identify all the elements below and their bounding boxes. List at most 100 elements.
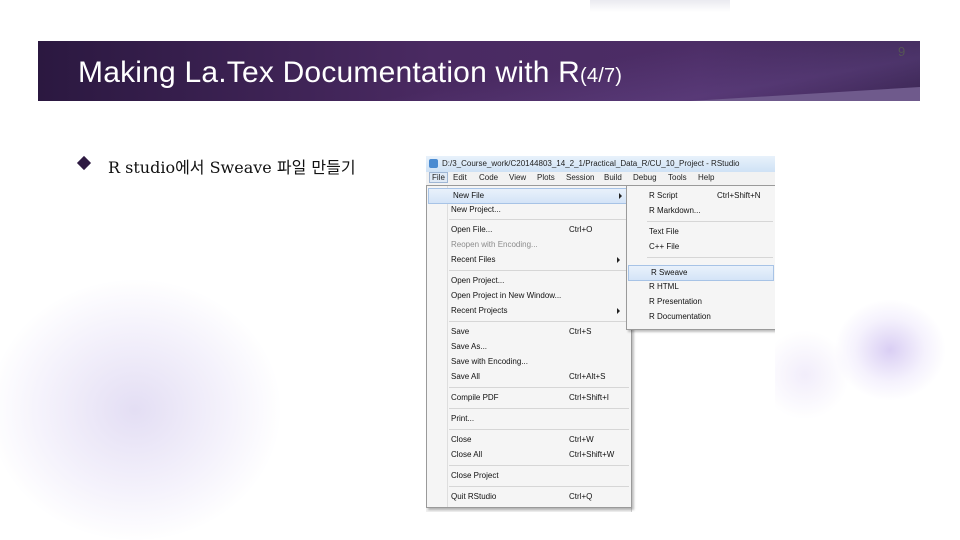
banner-corner: [690, 87, 920, 101]
submenu-item-r-script[interactable]: R Script Ctrl+Shift+N: [627, 189, 775, 203]
menu-item-open-project-new-window[interactable]: Open Project in New Window...: [427, 289, 631, 303]
new-file-submenu: R Script Ctrl+Shift+N R Markdown... Text …: [626, 185, 775, 330]
menu-item-shortcut: Ctrl+O: [569, 225, 593, 234]
menu-item-compile-pdf[interactable]: Compile PDF Ctrl+Shift+I: [427, 391, 631, 405]
menu-item-open-file[interactable]: Open File... Ctrl+O: [427, 223, 631, 237]
slide-title-suffix: (4/7): [580, 65, 623, 87]
menu-item-new-file[interactable]: New File: [428, 188, 630, 204]
submenu-item-label: C++ File: [649, 242, 680, 251]
menu-item-label: Save All: [451, 372, 480, 381]
submenu-item-label: R Presentation: [649, 297, 702, 306]
rstudio-icon: [429, 159, 438, 168]
submenu-item-label: R Sweave: [651, 268, 688, 277]
menu-separator: [449, 270, 629, 271]
menu-item-label: Close: [451, 435, 472, 444]
menu-item-close[interactable]: Close Ctrl+W: [427, 433, 631, 447]
submenu-separator: [647, 257, 773, 258]
menu-item-shortcut: Ctrl+Alt+S: [569, 372, 606, 381]
menu-item-label: Open Project...: [451, 276, 505, 285]
submenu-item-shortcut: Ctrl+Shift+N: [717, 191, 761, 200]
submenu-item-label: Text File: [649, 227, 679, 236]
submenu-item-text-file[interactable]: Text File: [627, 225, 775, 239]
menu-separator: [449, 429, 629, 430]
menu-session[interactable]: Session: [564, 173, 596, 182]
submenu-item-cpp-file[interactable]: C++ File: [627, 240, 775, 254]
slide-title: Making La.Tex Documentation with R(4/7): [78, 56, 622, 90]
submenu-item-r-sweave[interactable]: R Sweave: [628, 265, 774, 281]
submenu-arrow-icon: [619, 193, 622, 199]
menu-item-new-project[interactable]: New Project...: [427, 203, 631, 217]
menu-item-shortcut: Ctrl+Q: [569, 492, 593, 501]
submenu-item-label: R Script: [649, 191, 678, 200]
menu-item-label: Save As...: [451, 342, 488, 351]
background-glow-left: [0, 280, 280, 540]
menu-item-open-project[interactable]: Open Project...: [427, 274, 631, 288]
menu-item-label: Save with Encoding...: [451, 357, 528, 366]
menu-item-label: New File: [453, 191, 485, 200]
top-glow: [590, 0, 730, 12]
menu-item-label: Open Project in New Window...: [451, 291, 562, 300]
menu-item-label: New Project...: [451, 205, 501, 214]
menu-code[interactable]: Code: [477, 173, 500, 182]
rstudio-screenshot: D:/3_Course_work/C20144803_14_2_1/Practi…: [426, 156, 775, 512]
file-menu: New File New Project... Open File... Ctrl…: [426, 185, 632, 508]
menu-item-save-as[interactable]: Save As...: [427, 340, 631, 354]
submenu-item-label: R Documentation: [649, 312, 711, 321]
menu-item-label: Compile PDF: [451, 393, 499, 402]
menu-item-label: Close Project: [451, 471, 499, 480]
menu-item-label: Quit RStudio: [451, 492, 497, 501]
menu-item-reopen-encoding[interactable]: Reopen with Encoding...: [427, 238, 631, 252]
menu-file[interactable]: File: [429, 172, 448, 183]
menu-debug[interactable]: Debug: [631, 173, 659, 182]
menu-item-save[interactable]: Save Ctrl+S: [427, 325, 631, 339]
menu-item-print[interactable]: Print...: [427, 412, 631, 426]
menu-item-recent-projects[interactable]: Recent Projects: [427, 304, 631, 318]
submenu-item-r-presentation[interactable]: R Presentation: [627, 295, 775, 309]
background-glow-right: [835, 300, 945, 400]
menu-item-label: Open File...: [451, 225, 493, 234]
menu-item-label: Save: [451, 327, 470, 336]
submenu-arrow-icon: [617, 257, 620, 263]
menu-item-shortcut: Ctrl+Shift+W: [569, 450, 615, 459]
menu-item-close-project[interactable]: Close Project: [427, 469, 631, 483]
menu-item-save-all[interactable]: Save All Ctrl+Alt+S: [427, 370, 631, 384]
menu-item-label: Close All: [451, 450, 483, 459]
editor-area: [631, 328, 775, 512]
menu-item-label: Print...: [451, 414, 475, 423]
submenu-item-label: R Markdown...: [649, 206, 701, 215]
submenu-separator: [647, 221, 773, 222]
menu-separator: [449, 219, 629, 220]
menu-item-label: Recent Files: [451, 255, 496, 264]
menu-separator: [449, 321, 629, 322]
slide-number: 9: [898, 44, 906, 59]
menu-item-close-all[interactable]: Close All Ctrl+Shift+W: [427, 448, 631, 462]
menu-item-shortcut: Ctrl+S: [569, 327, 592, 336]
submenu-item-r-html[interactable]: R HTML: [627, 280, 775, 294]
submenu-arrow-icon: [617, 308, 620, 314]
menu-item-shortcut: Ctrl+W: [569, 435, 594, 444]
menubar: File Edit Code View Plots Session Build …: [426, 172, 775, 186]
menu-item-label: Recent Projects: [451, 306, 508, 315]
menu-separator: [449, 465, 629, 466]
menu-item-recent-files[interactable]: Recent Files: [427, 253, 631, 267]
menu-tools[interactable]: Tools: [666, 173, 689, 182]
window-titlebar: D:/3_Course_work/C20144803_14_2_1/Practi…: [426, 156, 775, 173]
submenu-item-label: R HTML: [649, 282, 679, 291]
menu-help[interactable]: Help: [696, 173, 716, 182]
menu-item-shortcut: Ctrl+Shift+I: [569, 393, 610, 402]
menu-item-quit[interactable]: Quit RStudio Ctrl+Q: [427, 490, 631, 504]
menu-build[interactable]: Build: [602, 173, 624, 182]
submenu-item-r-documentation[interactable]: R Documentation: [627, 310, 775, 324]
menu-item-save-with-encoding[interactable]: Save with Encoding...: [427, 355, 631, 369]
menu-separator: [449, 486, 629, 487]
menu-separator: [449, 387, 629, 388]
submenu-item-r-markdown[interactable]: R Markdown...: [627, 204, 775, 218]
bullet-text: R studio에서 Sweave 파일 만들기: [108, 158, 356, 177]
menu-item-label: Reopen with Encoding...: [451, 240, 538, 249]
menu-view[interactable]: View: [507, 173, 528, 182]
menu-separator: [449, 408, 629, 409]
window-title: D:/3_Course_work/C20144803_14_2_1/Practi…: [442, 159, 740, 168]
slide-title-text: Making La.Tex Documentation with R: [78, 56, 581, 89]
menu-edit[interactable]: Edit: [451, 173, 469, 182]
menu-plots[interactable]: Plots: [535, 173, 557, 182]
